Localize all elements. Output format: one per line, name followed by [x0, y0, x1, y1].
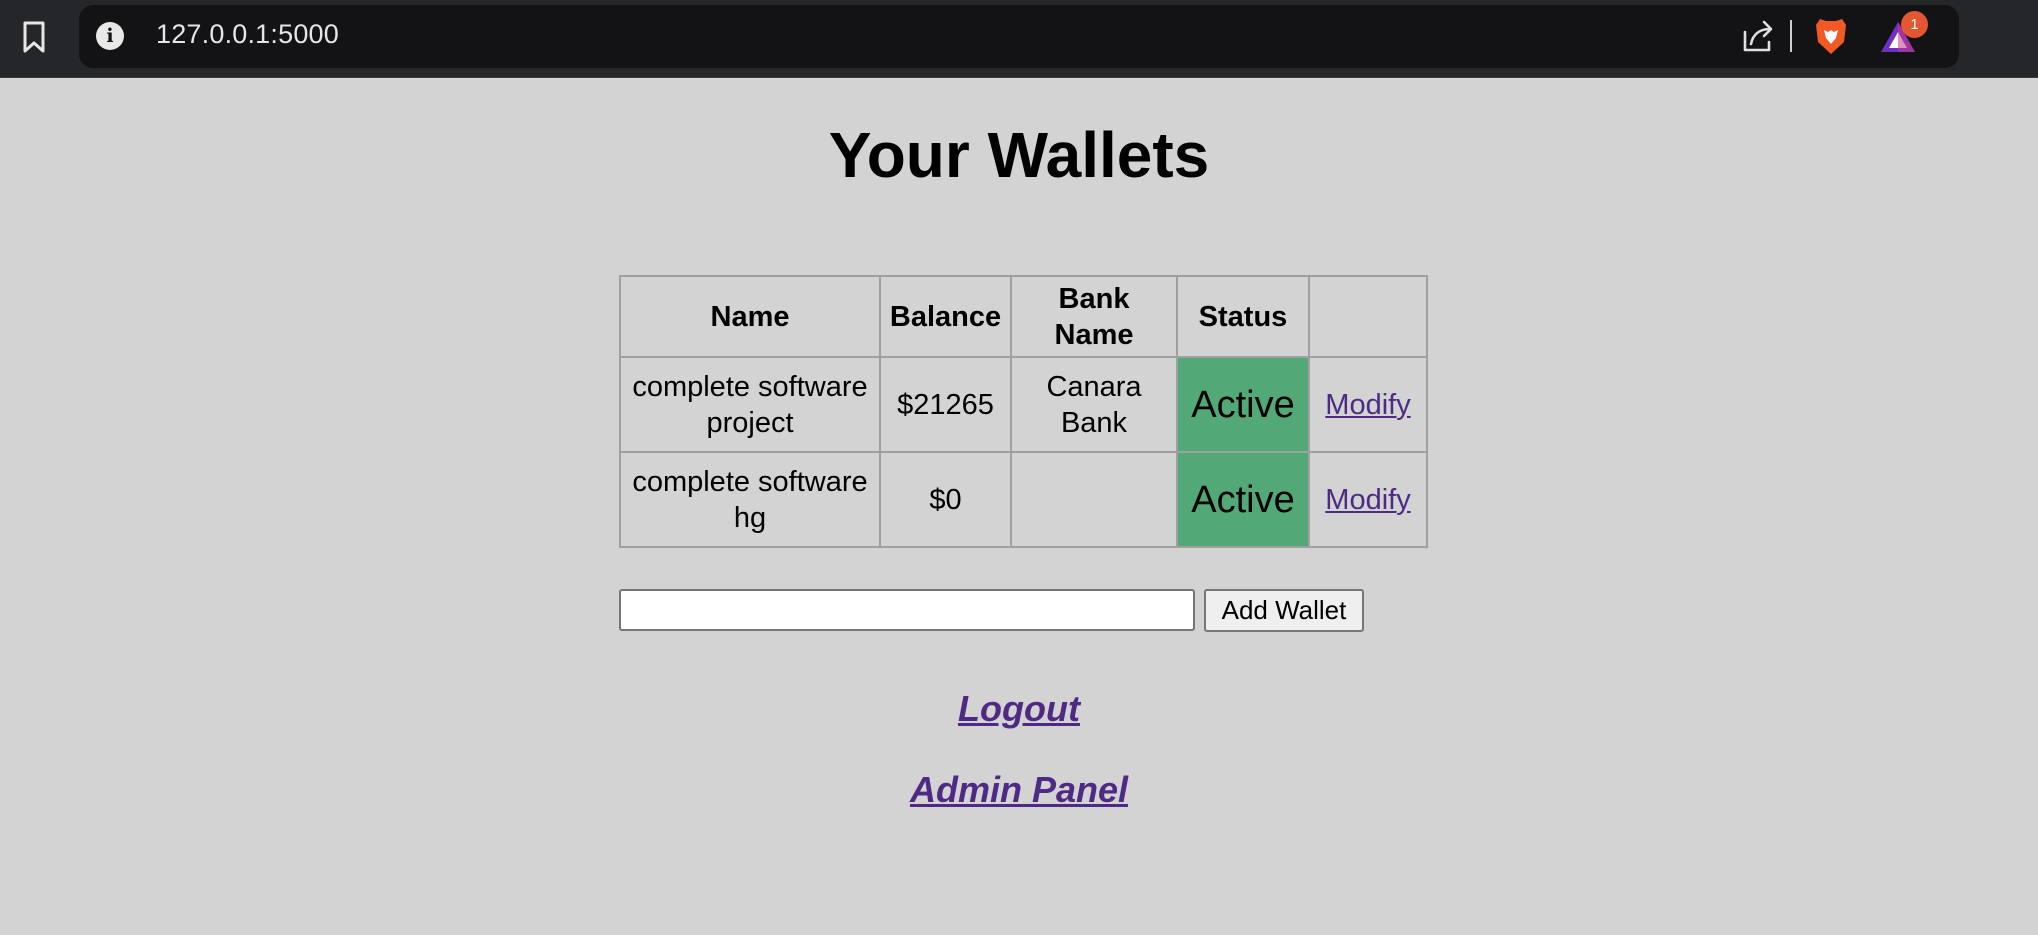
wallet-name-cell: complete software project	[619, 356, 881, 453]
modify-link[interactable]: Modify	[1325, 484, 1410, 516]
rewards-badge: 1	[1901, 11, 1928, 38]
table-row: complete software hg $0 Active Modify	[619, 451, 1428, 548]
header-name: Name	[619, 275, 881, 358]
admin-panel-link-container: Admin Panel	[0, 769, 2038, 811]
header-bank-name: Bank Name	[1010, 275, 1178, 358]
wallet-name-cell: complete software hg	[619, 451, 881, 548]
url-text[interactable]: 127.0.0.1:5000	[156, 19, 339, 50]
toolbar-divider	[1790, 20, 1792, 52]
address-bar[interactable]	[79, 5, 1959, 68]
status-badge: Active	[1176, 451, 1310, 548]
admin-panel-link[interactable]: Admin Panel	[910, 769, 1128, 810]
action-cell: Modify	[1308, 356, 1428, 453]
wallets-table: Name Balance Bank Name Status complete s…	[619, 275, 1428, 548]
action-cell: Modify	[1308, 451, 1428, 548]
browser-toolbar: i 127.0.0.1:5000 1	[0, 0, 2038, 78]
modify-link[interactable]: Modify	[1325, 389, 1410, 421]
header-bank-name-text: Bank Name	[1054, 282, 1134, 351]
header-action	[1308, 275, 1428, 358]
wallet-bank-cell	[1010, 451, 1178, 548]
info-icon[interactable]: i	[96, 22, 124, 50]
table-header-row: Name Balance Bank Name Status	[619, 275, 1428, 358]
add-wallet-button[interactable]: Add Wallet	[1204, 589, 1364, 632]
header-balance: Balance	[879, 275, 1012, 358]
logout-link[interactable]: Logout	[958, 688, 1080, 729]
header-status: Status	[1176, 275, 1310, 358]
wallet-name-input[interactable]	[619, 589, 1195, 631]
brave-lion-icon[interactable]	[1814, 16, 1848, 56]
wallet-balance-cell: $21265	[879, 356, 1012, 453]
bookmark-icon[interactable]	[20, 19, 48, 55]
share-icon[interactable]	[1741, 18, 1775, 54]
page-title: Your Wallets	[828, 119, 1210, 191]
status-badge: Active	[1176, 356, 1310, 453]
wallet-balance-cell: $0	[879, 451, 1012, 548]
logout-link-container: Logout	[0, 688, 2038, 730]
wallet-bank-cell: Canara Bank	[1010, 356, 1178, 453]
table-row: complete software project $21265 Canara …	[619, 356, 1428, 453]
